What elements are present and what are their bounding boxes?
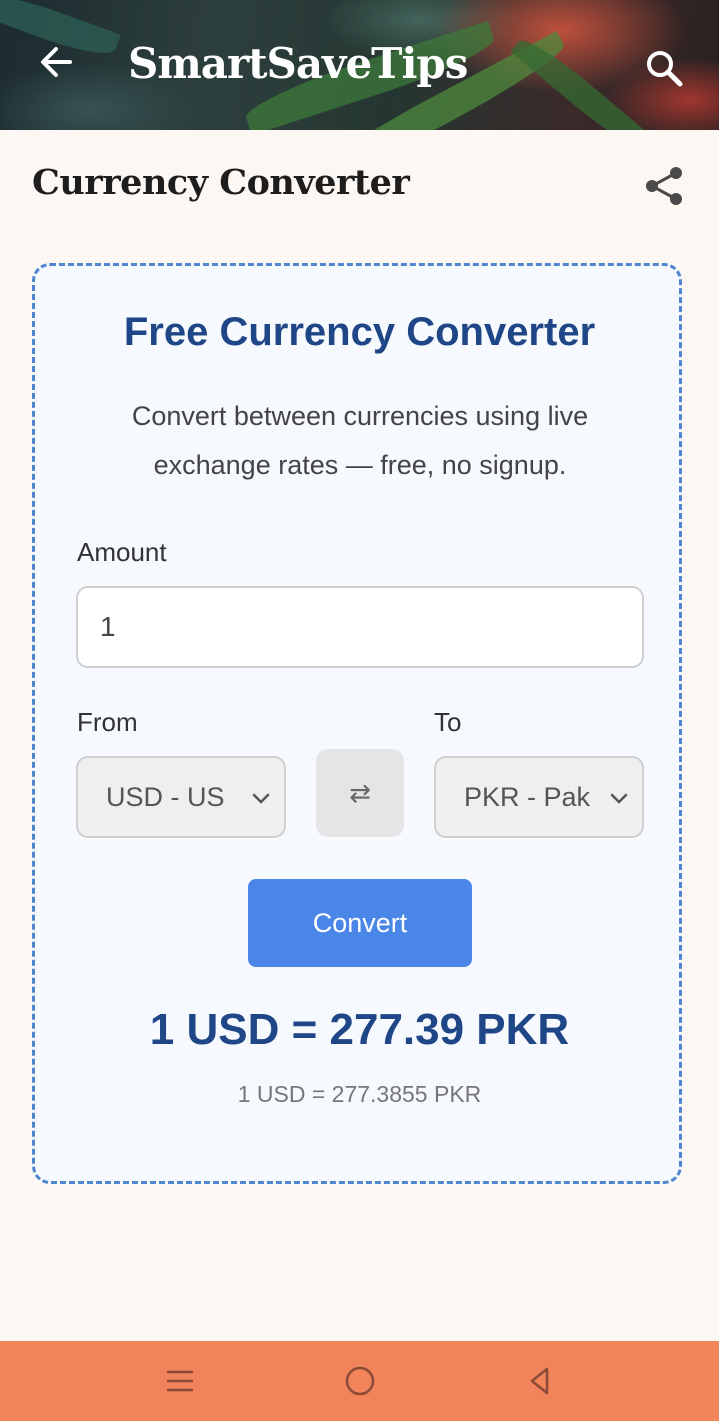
to-currency-value: PKR - Pak <box>464 781 591 812</box>
share-icon <box>646 167 682 205</box>
app-bar: SmartSaveTips <box>0 0 719 130</box>
back-arrow-icon <box>41 47 72 77</box>
to-label: To <box>434 707 462 737</box>
share-button[interactable] <box>638 160 690 212</box>
swap-currencies-button[interactable]: ⇄ <box>316 749 404 837</box>
amount-input[interactable] <box>76 586 644 668</box>
from-label: From <box>77 707 138 737</box>
conversion-result: 1 USD = 277.39 PKR <box>149 1005 570 1054</box>
back-triangle-icon <box>530 1367 549 1395</box>
home-circle-icon <box>345 1366 375 1396</box>
conversion-rate-detail: 1 USD = 277.3855 PKR <box>237 1081 482 1107</box>
menu-button[interactable] <box>150 1355 210 1407</box>
converter-title: Free Currency Converter <box>123 310 596 354</box>
back-button[interactable] <box>26 34 86 90</box>
chevron-down-icon <box>252 793 270 804</box>
page-title: Currency Converter <box>32 162 410 203</box>
from-currency-select[interactable]: USD - US <box>76 756 286 838</box>
search-icon <box>647 51 683 87</box>
amount-label: Amount <box>77 537 167 567</box>
to-currency-select[interactable]: PKR - Pak <box>434 756 644 838</box>
menu-icon <box>166 1370 194 1392</box>
converter-description: Convert between currencies using live ex… <box>131 401 589 480</box>
search-button[interactable] <box>634 40 694 96</box>
system-navigation-bar <box>0 1341 719 1421</box>
header-decor <box>510 31 650 130</box>
system-back-button[interactable] <box>510 1355 570 1407</box>
chevron-down-icon <box>610 793 628 804</box>
swap-icon: ⇄ <box>349 777 371 808</box>
site-brand[interactable]: SmartSaveTips <box>128 36 468 92</box>
from-currency-value: USD - US <box>106 781 225 812</box>
convert-button[interactable]: Convert <box>248 879 472 967</box>
home-button[interactable] <box>330 1355 390 1407</box>
